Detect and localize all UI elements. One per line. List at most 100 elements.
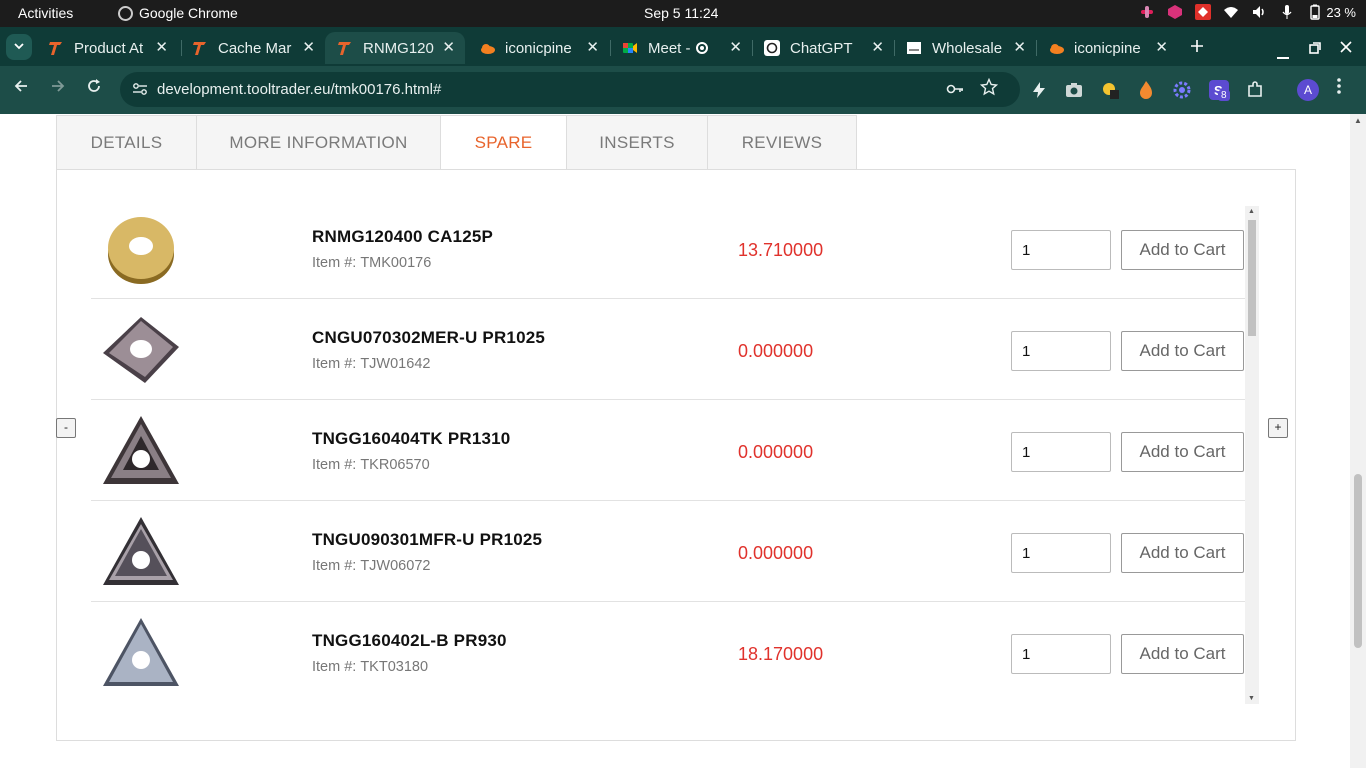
chrome-icon <box>118 5 133 21</box>
product-image <box>103 517 179 585</box>
quantity-input[interactable] <box>1011 230 1111 270</box>
chatgpt-icon <box>764 40 780 56</box>
product-name[interactable]: TNGG160404TK PR1310 <box>312 429 510 449</box>
s-extension-button[interactable]: S 8 <box>1209 80 1233 101</box>
app-cube-icon[interactable] <box>1167 4 1183 20</box>
gear-extension-icon[interactable] <box>1172 80 1192 100</box>
product-name[interactable]: RNMG120400 CA125P <box>312 227 493 247</box>
bookmark-star-icon[interactable] <box>980 78 998 96</box>
site-settings-icon[interactable] <box>132 81 148 97</box>
system-tray[interactable]: 23 % <box>1139 4 1356 20</box>
quantity-input[interactable] <box>1011 634 1111 674</box>
fire-extension-icon[interactable] <box>1136 80 1156 100</box>
battery-indicator[interactable]: 23 % <box>1307 4 1356 20</box>
close-tab-icon[interactable]: ✕ <box>871 38 884 56</box>
tab-inserts[interactable]: INSERTS <box>567 115 708 170</box>
list-scrollbar-thumb[interactable] <box>1248 220 1256 336</box>
tooltrader-icon <box>338 42 351 55</box>
browser-tab-iconicpine-2[interactable]: iconicpine ✕ <box>1036 32 1178 64</box>
close-icon <box>1340 41 1352 53</box>
cloud-icon <box>481 44 495 54</box>
forward-arrow-icon <box>52 80 65 92</box>
maximize-button[interactable] <box>1309 41 1321 58</box>
browser-tab-wholesale[interactable]: Wholesale ✕ <box>894 32 1036 64</box>
address-bar[interactable]: development.tooltrader.eu/tmk00176.html# <box>120 72 1020 107</box>
previous-button[interactable]: - <box>56 418 76 438</box>
close-window-button[interactable] <box>1340 40 1352 57</box>
clock[interactable]: Sep 5 11:24 <box>644 5 718 21</box>
quantity-input[interactable] <box>1011 432 1111 472</box>
puzzle-extensions-icon[interactable] <box>1245 80 1265 100</box>
add-to-cart-button[interactable]: Add to Cart <box>1121 432 1244 472</box>
plus-icon <box>1191 40 1203 52</box>
add-to-cart-button[interactable]: Add to Cart <box>1121 230 1244 270</box>
volume-icon[interactable] <box>1251 4 1267 20</box>
browser-tab-product-attributes[interactable]: Product At ✕ <box>36 32 178 64</box>
battery-icon <box>1310 4 1321 20</box>
extension-badge: 8 <box>1218 90 1230 101</box>
spare-products-list: RNMG120400 CA125P Item #: TMK00176 13.710… <box>91 198 1245 700</box>
tab-search-button[interactable] <box>6 34 32 60</box>
browser-tab-rnmg120[interactable]: RNMG120 ✕ <box>325 32 465 64</box>
minimize-button[interactable] <box>1277 46 1289 63</box>
page-scrollbar-thumb[interactable] <box>1354 474 1362 648</box>
add-to-cart-button[interactable]: Add to Cart <box>1121 634 1244 674</box>
list-scrollbar[interactable]: ▲ ▼ <box>1245 206 1259 704</box>
url-text[interactable]: development.tooltrader.eu/tmk00176.html# <box>157 81 441 98</box>
color-picker-extension-icon[interactable] <box>1100 80 1120 100</box>
new-tab-button[interactable] <box>1190 36 1204 59</box>
page-scrollbar[interactable]: ▲ <box>1350 114 1366 768</box>
system-top-bar: Activities Google Chrome Sep 5 11:24 23 … <box>0 0 1366 27</box>
lightning-extension-icon[interactable] <box>1029 80 1049 100</box>
doc-icon <box>907 42 921 54</box>
microphone-icon[interactable] <box>1279 4 1295 20</box>
browser-tab-strip: Product At ✕ Cache Mar ✕ RNMG120 ✕ iconi… <box>0 27 1366 66</box>
camera-extension-icon[interactable] <box>1064 80 1084 100</box>
app-menu[interactable]: Google Chrome <box>118 5 238 21</box>
add-to-cart-button[interactable]: Add to Cart <box>1121 331 1244 371</box>
slack-icon[interactable] <box>1139 4 1155 20</box>
close-tab-icon[interactable]: ✕ <box>1013 38 1026 56</box>
tooltrader-icon <box>49 42 62 55</box>
tab-more-information[interactable]: MORE INFORMATION <box>197 115 441 170</box>
close-tab-icon[interactable]: ✕ <box>442 38 455 56</box>
close-tab-icon[interactable]: ✕ <box>302 38 315 56</box>
product-item-number: Item #: TMK00176 <box>312 255 432 271</box>
close-tab-icon[interactable]: ✕ <box>155 38 168 56</box>
scroll-up-arrow-icon[interactable]: ▲ <box>1354 116 1362 125</box>
recording-icon <box>696 42 708 54</box>
tab-spare[interactable]: SPARE <box>441 115 567 170</box>
close-tab-icon[interactable]: ✕ <box>1155 38 1168 56</box>
product-image <box>108 217 174 284</box>
password-key-icon[interactable] <box>946 80 964 98</box>
product-image <box>103 618 179 686</box>
product-image <box>103 317 179 383</box>
product-name[interactable]: TNGU090301MFR-U PR1025 <box>312 530 542 550</box>
add-to-cart-button[interactable]: Add to Cart <box>1121 533 1244 573</box>
forward-button[interactable] <box>50 78 66 99</box>
scroll-up-arrow-icon[interactable]: ▲ <box>1248 208 1255 215</box>
tab-details[interactable]: DETAILS <box>56 115 197 170</box>
back-button[interactable] <box>13 78 29 99</box>
browser-tab-iconicpine-1[interactable]: iconicpine ✕ <box>467 32 609 64</box>
close-tab-icon[interactable]: ✕ <box>586 38 599 56</box>
more-vertical-icon <box>1337 78 1341 94</box>
back-arrow-icon <box>14 80 27 92</box>
product-name[interactable]: TNGG160402L-B PR930 <box>312 631 507 651</box>
product-name[interactable]: CNGU070302MER-U PR1025 <box>312 328 545 348</box>
browser-tab-cache-management[interactable]: Cache Mar ✕ <box>180 32 325 64</box>
next-button[interactable]: + <box>1268 418 1288 438</box>
close-tab-icon[interactable]: ✕ <box>729 38 742 56</box>
wifi-icon[interactable] <box>1223 4 1239 20</box>
chrome-menu-button[interactable] <box>1337 78 1341 99</box>
activities-button[interactable]: Activities <box>18 5 73 21</box>
browser-tab-chatgpt[interactable]: ChatGPT ✕ <box>752 32 894 64</box>
quantity-input[interactable] <box>1011 533 1111 573</box>
anydesk-icon[interactable] <box>1195 4 1212 20</box>
reload-button[interactable] <box>86 78 102 99</box>
browser-tab-meet[interactable]: Meet - r ✕ <box>610 32 752 64</box>
quantity-input[interactable] <box>1011 331 1111 371</box>
profile-avatar[interactable]: A <box>1297 79 1319 101</box>
scroll-down-arrow-icon[interactable]: ▼ <box>1248 695 1255 702</box>
tab-reviews[interactable]: REVIEWS <box>708 115 857 170</box>
